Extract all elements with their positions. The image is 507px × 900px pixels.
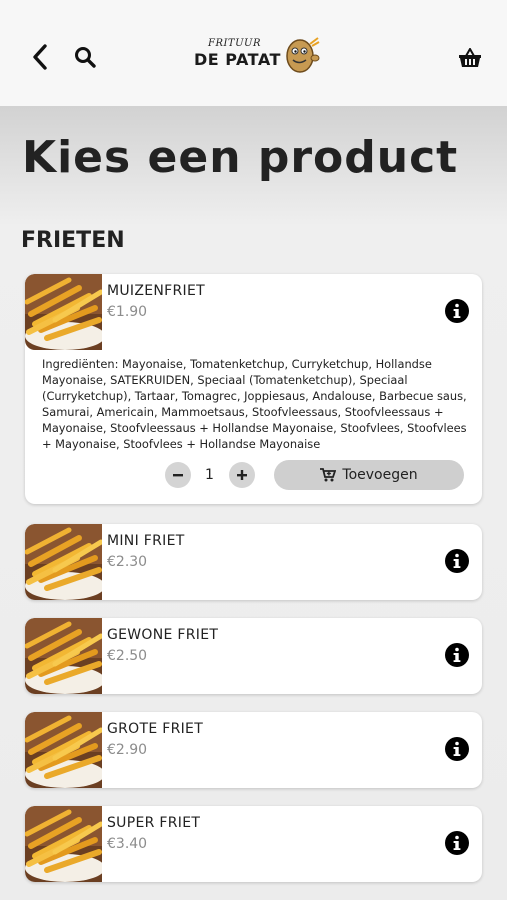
quantity-row: 1 Toevoegen (165, 460, 467, 492)
minus-icon (173, 474, 183, 477)
page-title: Kies een product (22, 132, 459, 183)
ingredients-text: Ingrediënten: Mayonaise, Tomatenketchup,… (42, 357, 467, 451)
decrease-quantity-button[interactable] (165, 462, 191, 488)
product-image (25, 806, 102, 882)
app-header: FRITUUR DE PATAT (0, 0, 507, 106)
product-card-expanded[interactable]: MUIZENFRIET €1.90 Ingrediënten: Mayonais… (25, 274, 482, 504)
potato-mascot-icon (286, 37, 320, 73)
plus-icon (237, 470, 247, 480)
add-to-cart-button[interactable]: Toevoegen (274, 460, 464, 490)
product-price: €3.40 (107, 836, 148, 852)
back-button[interactable] (24, 40, 56, 74)
product-card[interactable]: GROTE FRIET €2.90 (25, 712, 482, 788)
product-card[interactable]: GEWONE FRIET €2.50 (25, 618, 482, 694)
product-name: GROTE FRIET (107, 721, 204, 737)
info-icon[interactable] (445, 737, 469, 761)
product-price: €2.90 (107, 742, 148, 758)
increase-quantity-button[interactable] (229, 462, 255, 488)
product-price: €1.90 (107, 304, 148, 320)
logo-top-text: FRITUUR (208, 38, 261, 49)
basket-button[interactable] (452, 42, 488, 74)
quantity-value: 1 (205, 467, 214, 483)
cart-plus-icon (320, 468, 337, 482)
add-button-label: Toevoegen (342, 467, 418, 483)
search-button[interactable] (70, 42, 100, 72)
product-image (25, 618, 102, 694)
product-name: GEWONE FRIET (107, 627, 219, 643)
product-price: €2.30 (107, 554, 148, 570)
product-image (25, 712, 102, 788)
product-list-page: Kies een product FRIETEN MUIZENFRIET €1.… (0, 106, 507, 900)
product-image (25, 524, 102, 600)
info-icon[interactable] (445, 299, 469, 323)
section-heading: FRIETEN (21, 228, 125, 253)
search-icon (75, 47, 96, 68)
chevron-left-icon (33, 44, 47, 70)
product-price: €2.50 (107, 648, 148, 664)
product-card[interactable]: SUPER FRIET €3.40 (25, 806, 482, 882)
logo-main-text: DE PATAT (194, 50, 281, 69)
product-name: MINI FRIET (107, 533, 185, 549)
product-name: MUIZENFRIET (107, 283, 205, 299)
info-icon[interactable] (445, 643, 469, 667)
info-icon[interactable] (445, 831, 469, 855)
basket-icon (459, 48, 481, 67)
product-name: SUPER FRIET (107, 815, 201, 831)
info-icon[interactable] (445, 549, 469, 573)
product-card[interactable]: MINI FRIET €2.30 (25, 524, 482, 600)
product-image (25, 274, 102, 350)
logo: FRITUUR DE PATAT (190, 34, 322, 78)
